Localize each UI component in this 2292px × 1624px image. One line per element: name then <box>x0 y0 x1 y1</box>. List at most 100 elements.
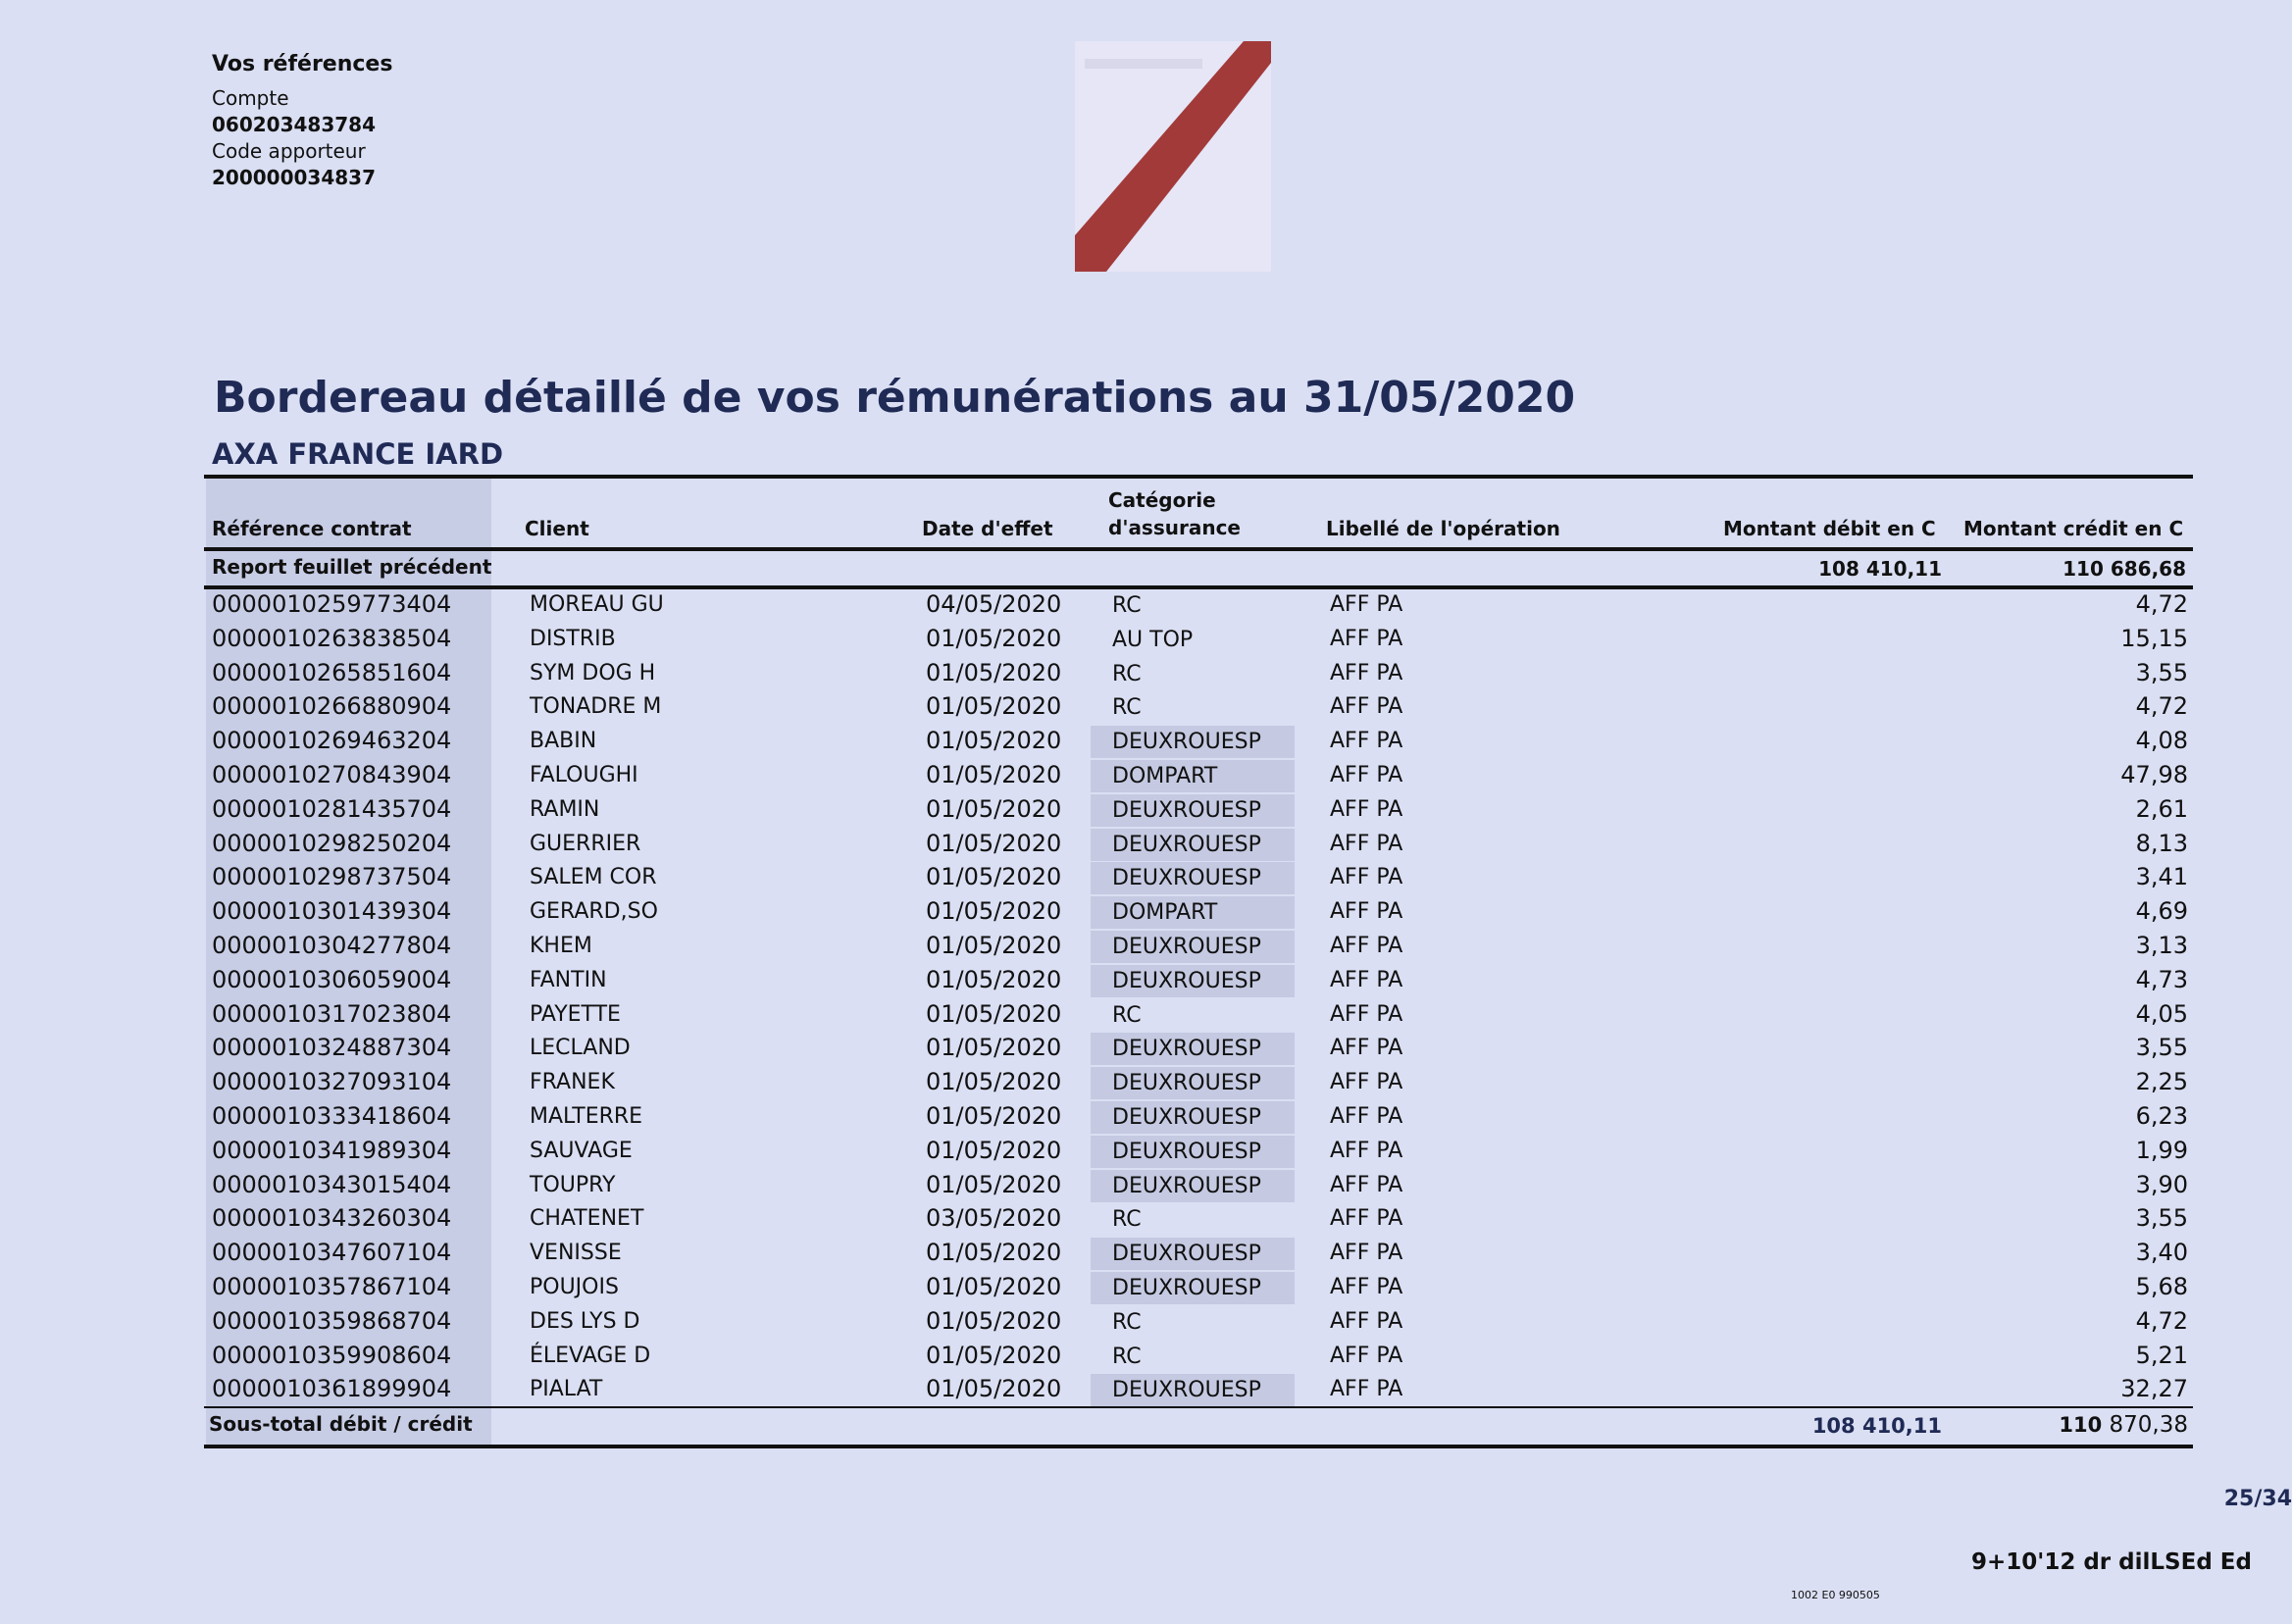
operation-label: AFF PA <box>1330 1206 1403 1232</box>
table-row: 0000010333418604 MALTERRE 01/05/2020 DEUXRO… <box>0 1100 2292 1135</box>
col-header-category-line1: Catégorie <box>1108 488 1216 512</box>
credit-amount: 4,72 <box>2135 692 2188 721</box>
contract-ref: 0000010341989304 <box>212 1136 452 1164</box>
table-row: 0000010357867104 POUJOIS 01/05/2020 DEUXROU… <box>0 1271 2292 1305</box>
client-name: SYM DOG H <box>530 660 656 685</box>
effective-date: 01/05/2020 <box>926 931 1062 959</box>
operation-label: AFF PA <box>1330 1103 1403 1129</box>
account-value: 060203483784 <box>212 113 376 136</box>
report-credit: 110 686,68 <box>2063 557 2186 581</box>
operation-label: AFF PA <box>1330 1001 1403 1027</box>
insurance-category: RC <box>1112 661 1142 686</box>
effective-date: 01/05/2020 <box>926 965 1062 993</box>
client-name: FANTIN <box>530 967 607 992</box>
credit-amount: 2,61 <box>2135 794 2188 823</box>
contract-ref: 0000010304277804 <box>212 931 452 959</box>
table-row: 0000010324887304 LECLAND 01/05/2020 DEUXROU… <box>0 1032 2292 1066</box>
operation-label: AFF PA <box>1330 1138 1403 1163</box>
operation-label: AFF PA <box>1330 1172 1403 1197</box>
insurance-category: DOMPART <box>1091 759 1295 792</box>
effective-date: 01/05/2020 <box>926 727 1062 755</box>
client-name: LECLAND <box>530 1036 631 1061</box>
operation-label: AFF PA <box>1330 1036 1403 1061</box>
credit-amount: 32,27 <box>2120 1375 2188 1403</box>
effective-date: 01/05/2020 <box>926 897 1062 926</box>
insurance-category: RC <box>1112 593 1142 618</box>
contract-ref: 0000010259773404 <box>212 590 452 618</box>
client-name: POUJOIS <box>530 1274 619 1299</box>
effective-date: 01/05/2020 <box>926 1272 1062 1300</box>
effective-date: 01/05/2020 <box>926 1306 1062 1335</box>
contract-ref: 0000010361899904 <box>212 1375 452 1403</box>
insurance-category: DEUXROUESP <box>1091 1135 1295 1168</box>
table-row: 0000010343015404 TOUPRY 01/05/2020 DEUXROUE… <box>0 1169 2292 1203</box>
table-row: 0000010301439304 GERARD,SO 01/05/2020 DOMPA… <box>0 895 2292 930</box>
insurance-category: RC <box>1112 1309 1142 1335</box>
stamp-image <box>1075 41 1271 272</box>
effective-date: 01/05/2020 <box>926 760 1062 788</box>
effective-date: 01/05/2020 <box>926 1239 1062 1267</box>
references-block: Vos références Compte 060203483784 Code … <box>212 51 392 191</box>
table-row: 0000010265851604 SYM DOG H 01/05/2020 RC AFF… <box>0 657 2292 691</box>
table-row: 0000010341989304 SAUVAGE 01/05/2020 DEUXROU… <box>0 1135 2292 1169</box>
client-name: SAUVAGE <box>530 1138 633 1163</box>
effective-date: 01/05/2020 <box>926 624 1062 652</box>
effective-date: 01/05/2020 <box>926 1136 1062 1164</box>
client-name: MALTERRE <box>530 1103 643 1129</box>
contract-ref: 0000010298737504 <box>212 863 452 891</box>
insurance-category: DEUXROUESP <box>1091 1067 1295 1100</box>
insurance-category: AU TOP <box>1112 627 1194 652</box>
client-name: KHEM <box>530 933 592 958</box>
table-row: 0000010361899904 PIALAT 01/05/2020 DEUXROUE… <box>0 1373 2292 1407</box>
contract-ref: 0000010343015404 <box>212 1170 452 1198</box>
effective-date: 01/05/2020 <box>926 1170 1062 1198</box>
effective-date: 01/05/2020 <box>926 1375 1062 1403</box>
contract-ref: 0000010357867104 <box>212 1272 452 1300</box>
client-name: TOUPRY <box>530 1172 616 1197</box>
client-name: FALOUGHI <box>530 762 638 787</box>
operation-label: AFF PA <box>1330 967 1403 992</box>
insurance-category: DEUXROUESP <box>1091 1033 1295 1066</box>
client-name: FRANEK <box>530 1070 615 1095</box>
col-header-libelle: Libellé de l'opération <box>1326 517 1560 540</box>
code-apporteur-label: Code apporteur <box>212 139 366 163</box>
credit-amount: 4,69 <box>2135 897 2188 926</box>
insurance-category: DEUXROUESP <box>1091 1374 1295 1407</box>
operation-label: AFF PA <box>1330 1274 1403 1299</box>
effective-date: 01/05/2020 <box>926 863 1062 891</box>
table-row: 0000010266880904 TONADRE M 01/05/2020 RC AFF… <box>0 690 2292 725</box>
page-title: Bordereau détaillé de vos rémunérations … <box>214 373 1576 423</box>
insurance-category: DEUXROUESP <box>1091 862 1295 895</box>
operation-label: AFF PA <box>1330 899 1403 925</box>
credit-amount: 3,55 <box>2135 1034 2188 1062</box>
col-header-credit: Montant crédit en C <box>1963 517 2184 540</box>
client-name: ÉLEVAGE D <box>530 1343 651 1368</box>
effective-date: 01/05/2020 <box>926 658 1062 686</box>
operation-label: AFF PA <box>1330 694 1403 720</box>
col-header-ref: Référence contrat <box>212 517 412 540</box>
insurance-category: DEUXROUESP <box>1091 930 1295 963</box>
small-footer-code: 1002 E0 990505 <box>1791 1589 1880 1601</box>
effective-date: 01/05/2020 <box>926 1341 1062 1369</box>
insurance-category: DEUXROUESP <box>1091 964 1295 997</box>
table-body: 0000010259773404 MOREAU GU 04/05/2020 RC AFF… <box>0 588 2292 1407</box>
contract-ref: 0000010359868704 <box>212 1306 452 1335</box>
table-row: 0000010298737504 SALEM COR 01/05/2020 DEUXR… <box>0 861 2292 895</box>
contract-ref: 0000010333418604 <box>212 1101 452 1130</box>
credit-amount: 2,25 <box>2135 1068 2188 1096</box>
operation-label: AFF PA <box>1330 729 1403 754</box>
operation-label: AFF PA <box>1330 762 1403 787</box>
contract-ref: 0000010281435704 <box>212 794 452 823</box>
col-header-client: Client <box>525 517 589 540</box>
operation-label: AFF PA <box>1330 796 1403 822</box>
subtotal-credit-bold: 110 <box>2059 1413 2103 1437</box>
credit-amount: 4,08 <box>2135 727 2188 755</box>
client-name: DISTRIB <box>530 626 616 651</box>
contract-ref: 0000010270843904 <box>212 760 452 788</box>
references-title: Vos références <box>212 52 393 76</box>
client-name: PIALAT <box>530 1377 603 1402</box>
client-name: VENISSE <box>530 1241 622 1266</box>
table-row: 0000010327093104 FRANEK 01/05/2020 DEUXROUE… <box>0 1066 2292 1100</box>
effective-date: 01/05/2020 <box>926 1101 1062 1130</box>
subtotal-credit: 110 870,38 <box>2059 1412 2188 1438</box>
